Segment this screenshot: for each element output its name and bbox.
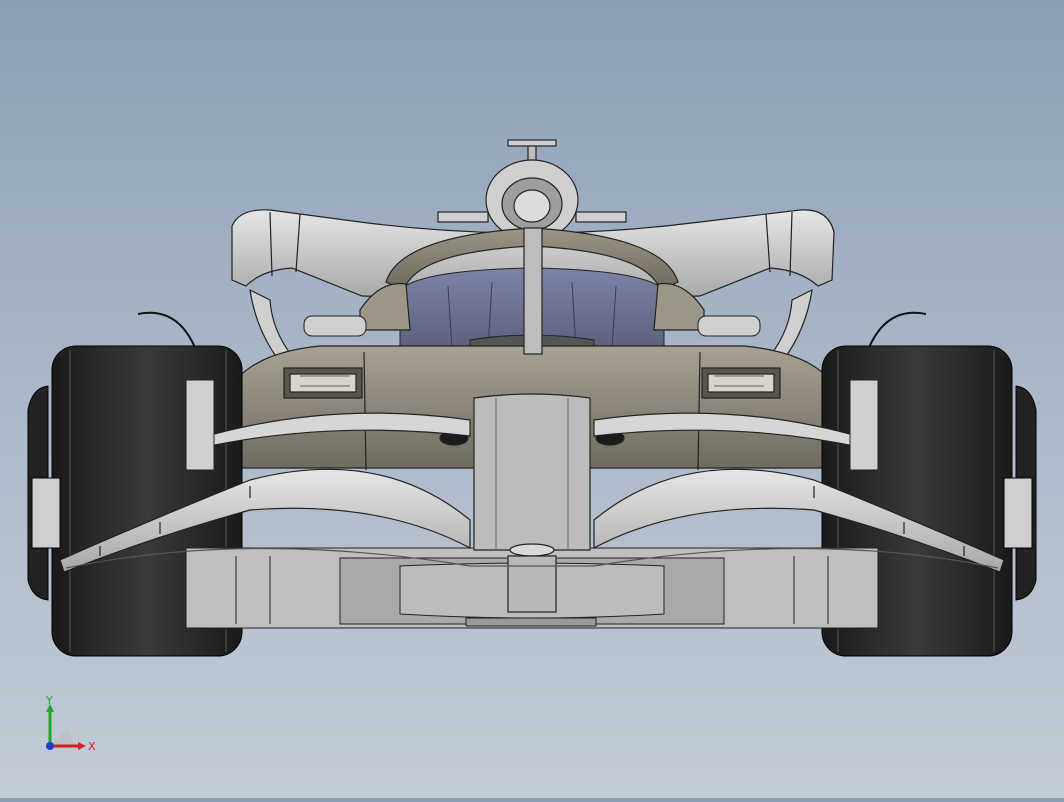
3d-model-viewport[interactable] bbox=[0, 0, 1064, 798]
triad-plane bbox=[50, 728, 76, 746]
y-axis-label: Y bbox=[45, 696, 53, 707]
coordinate-triad: Y X bbox=[36, 694, 100, 760]
z-axis-dot bbox=[46, 742, 54, 750]
x-axis-label: X bbox=[88, 740, 96, 753]
x-axis-arrowhead bbox=[78, 742, 86, 750]
f1-car-model bbox=[27, 139, 1037, 657]
airbox bbox=[437, 139, 627, 241]
